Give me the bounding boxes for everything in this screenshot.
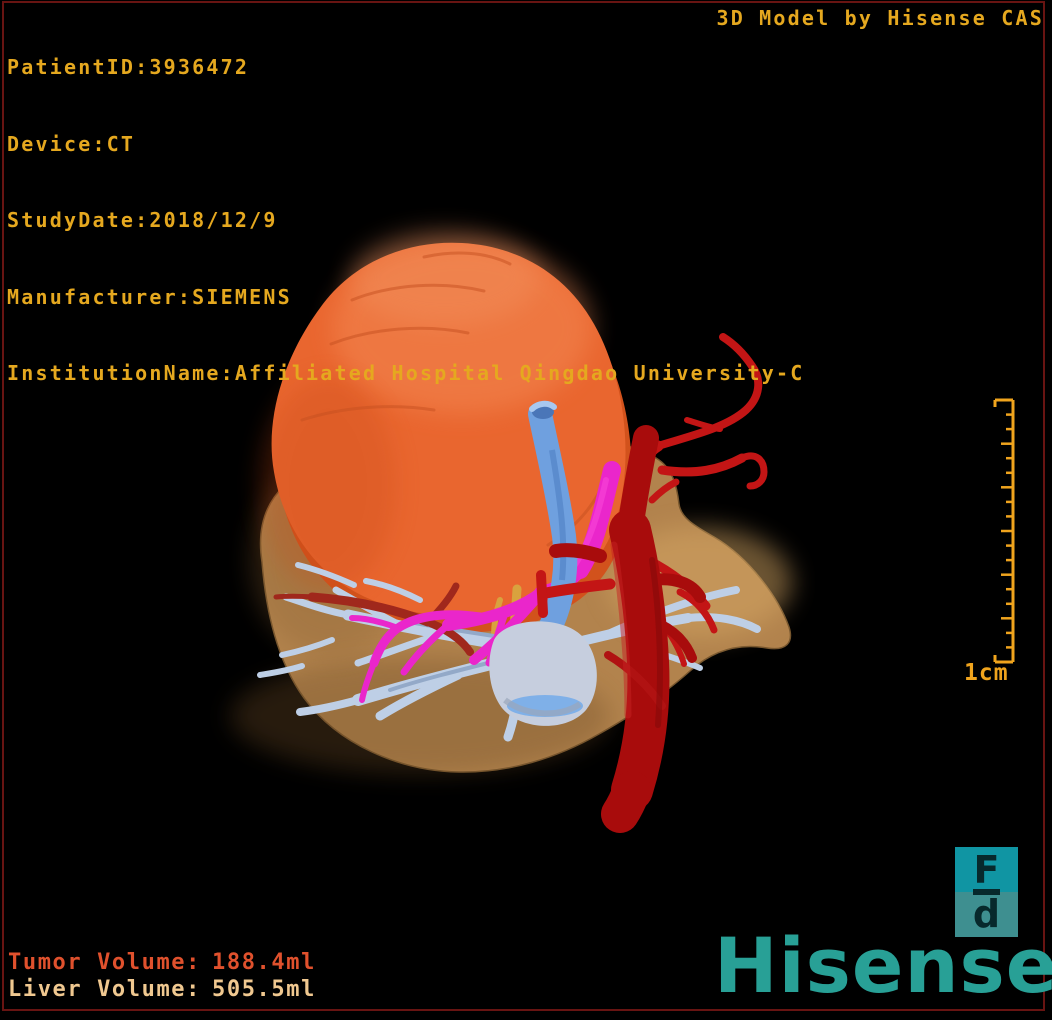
tumor-volume-label: Tumor Volume: xyxy=(8,950,201,975)
liver-volume-row: Liver Volume: 505.5ml xyxy=(0,977,420,1004)
scale-ruler-label: 1cm xyxy=(964,660,1009,686)
hisense-logo: Hisense xyxy=(714,921,1052,1010)
institution-text: InstitutionName:Affiliated Hospital Qing… xyxy=(7,361,805,385)
study-date-text: StudyDate:2018/12/9 xyxy=(7,208,278,232)
liver-volume-label: Liver Volume: xyxy=(8,977,201,1002)
dicom-metadata-overlay: PatientID:3936472 Device:CT StudyDate:20… xyxy=(7,4,805,438)
device-text: Device:CT xyxy=(7,131,136,156)
scale-ruler xyxy=(975,392,1021,692)
liver-volume-value: 505.5ml xyxy=(212,977,316,1002)
fd-logo-top: F xyxy=(955,847,1018,892)
scale-ruler-ticks xyxy=(993,398,1015,664)
tumor-volume-value: 188.4ml xyxy=(212,950,316,975)
patient-id-text: PatientID:3936472 xyxy=(7,55,250,79)
vein-confluence-mesh xyxy=(489,621,597,726)
fd-logo-letter-f: F xyxy=(973,847,1000,892)
volume-readout: Tumor Volume: 188.4ml Liver Volume: 505.… xyxy=(0,950,420,1004)
manufacturer-text: Manufacturer:SIEMENS xyxy=(7,284,292,309)
viewer-canvas: PatientID:3936472 Device:CT StudyDate:20… xyxy=(0,0,1052,1020)
watermark-text: 3D Model by Hisense CAS xyxy=(716,6,1044,30)
tumor-volume-row: Tumor Volume: 188.4ml xyxy=(0,950,420,977)
